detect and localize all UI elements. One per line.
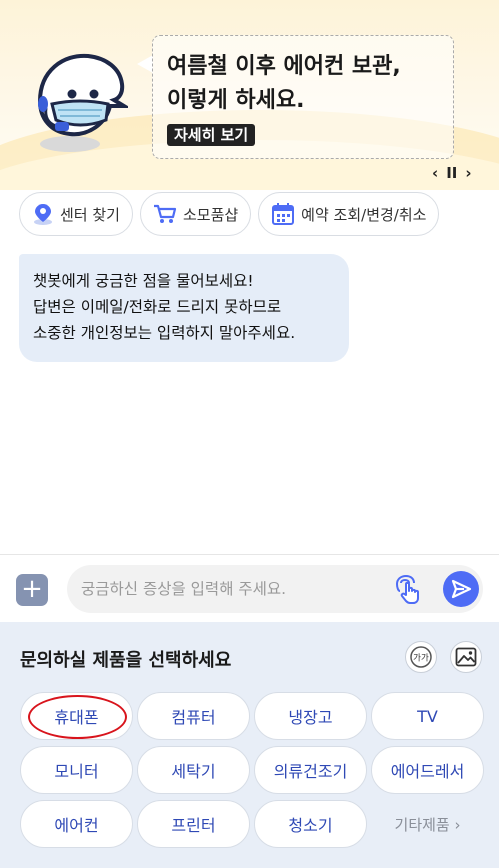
product-button-computer[interactable]: 컴퓨터 <box>137 692 250 740</box>
reservation-label: 예약 조회/변경/취소 <box>301 205 427 224</box>
product-button-monitor[interactable]: 모니터 <box>20 746 133 794</box>
product-button-refrigerator[interactable]: 냉장고 <box>254 692 367 740</box>
banner-pause-button[interactable]: II <box>446 163 457 183</box>
send-arrow-icon <box>451 579 472 599</box>
svg-text:가가: 가가 <box>413 654 429 664</box>
chatbot-message-line2: 답변은 이메일/전화로 드리지 못하므로 <box>33 298 282 316</box>
speech-bubble-tail <box>137 55 153 73</box>
product-select-panel: 문의하실 제품을 선택하세요 가가 휴대폰 컴퓨터 냉장고 TV 모니터 세탁기… <box>0 622 499 868</box>
font-size-button[interactable]: 가가 <box>405 641 437 673</box>
center-find-label: 센터 찾기 <box>60 205 120 224</box>
product-button-mobile[interactable]: 휴대폰 <box>20 692 133 740</box>
chatbot-message: 챗봇에게 궁금한 점을 물어보세요! 답변은 이메일/전화로 드리지 못하므로 … <box>19 254 349 362</box>
banner-next-button[interactable]: › <box>465 163 471 183</box>
chatbot-message-line1: 챗봇에게 궁금한 점을 물어보세요! <box>33 272 254 290</box>
quick-menu: 센터 찾기 소모품샵 예약 조회/변경/취소 <box>19 192 440 236</box>
banner-speech-bubble: 여름철 이후 에어컨 보관, 이렇게 하세요. 자세히 보기 <box>152 35 454 159</box>
product-button-washer[interactable]: 세탁기 <box>137 746 250 794</box>
attach-plus-button[interactable]: + <box>16 574 48 606</box>
reservation-button[interactable]: 예약 조회/변경/취소 <box>258 192 440 236</box>
product-grid: 휴대폰 컴퓨터 냉장고 TV 모니터 세탁기 의류건조기 에어드레서 에어컨 프… <box>20 692 484 848</box>
product-button-vacuum[interactable]: 청소기 <box>254 800 367 848</box>
product-button-printer[interactable]: 프린터 <box>137 800 250 848</box>
product-button-tv[interactable]: TV <box>371 692 484 740</box>
product-button-dryer[interactable]: 의류건조기 <box>254 746 367 794</box>
panel-title: 문의하실 제품을 선택하세요 <box>20 650 232 671</box>
font-size-icon: 가가 <box>410 646 432 668</box>
banner-controls: ‹ II › <box>432 163 472 183</box>
image-icon <box>455 647 477 667</box>
chatbot-message-line3: 소중한 개인정보는 입력하지 말아주세요. <box>33 324 296 342</box>
send-button[interactable] <box>443 571 479 607</box>
chat-input-wrapper <box>67 565 483 613</box>
banner-prev-button[interactable]: ‹ <box>432 163 438 183</box>
image-upload-button[interactable] <box>450 641 482 673</box>
cart-icon <box>153 204 177 223</box>
banner-title: 여름철 이후 에어컨 보관, 이렇게 하세요. <box>167 50 447 118</box>
detail-button[interactable]: 자세히 보기 <box>167 124 256 146</box>
chatbot-mascot-icon <box>37 53 128 152</box>
other-products-link[interactable]: 기타제품 › <box>371 800 484 848</box>
banner-title-line1: 여름철 이후 에어컨 보관, <box>167 54 401 79</box>
symptom-input[interactable] <box>81 565 381 613</box>
center-find-button[interactable]: 센터 찾기 <box>19 192 133 236</box>
chat-input-bar: + <box>0 554 499 622</box>
banner-title-line2: 이렇게 하세요. <box>167 88 305 113</box>
location-pin-icon <box>34 204 52 225</box>
consumables-shop-label: 소모품샵 <box>182 205 239 224</box>
product-button-aircon[interactable]: 에어컨 <box>20 800 133 848</box>
calendar-icon <box>272 203 295 225</box>
touch-hand-icon[interactable] <box>394 573 426 605</box>
product-button-airdresser[interactable]: 에어드레서 <box>371 746 484 794</box>
consumables-shop-button[interactable]: 소모품샵 <box>139 192 252 236</box>
promo-banner: 여름철 이후 에어컨 보관, 이렇게 하세요. 자세히 보기 ‹ II › <box>0 0 499 190</box>
